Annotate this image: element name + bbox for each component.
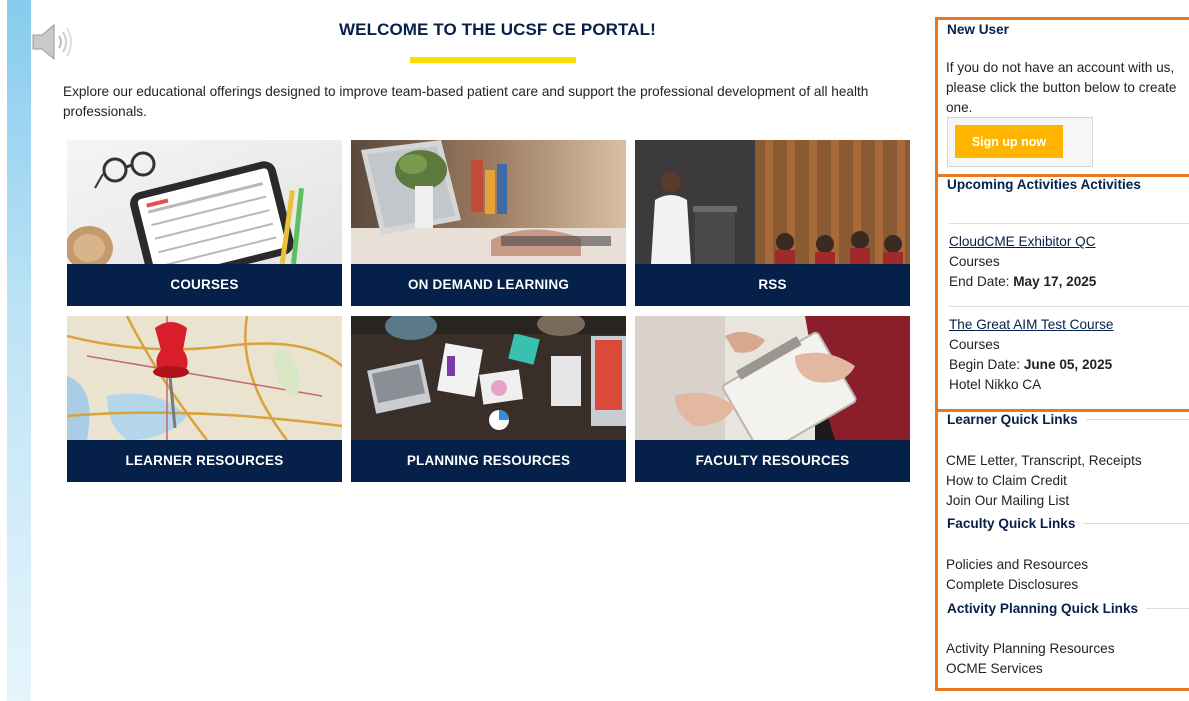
page-title: WELCOME TO THE UCSF CE PORTAL! — [339, 20, 656, 39]
activity-date-label: Begin Date: — [949, 357, 1024, 372]
divider — [1085, 419, 1189, 420]
link-cme-letter[interactable]: CME Letter, Transcript, Receipts — [946, 451, 1142, 471]
activity-item: The Great AIM Test Course Courses Begin … — [949, 306, 1189, 395]
tile-learner-resources[interactable]: LEARNER RESOURCES — [67, 316, 342, 482]
link-complete-disclosures[interactable]: Complete Disclosures — [946, 575, 1088, 595]
activity-date-value: June 05, 2025 — [1023, 357, 1113, 372]
tile-faculty-resources[interactable]: FACULTY RESOURCES — [635, 316, 910, 482]
tile-on-demand-learning-label: ON DEMAND LEARNING — [351, 264, 626, 306]
speaker-volume-icon[interactable] — [30, 22, 74, 62]
learner-links-list: CME Letter, Transcript, Receipts How to … — [946, 451, 1142, 511]
link-claim-credit[interactable]: How to Claim Credit — [946, 471, 1142, 491]
planning-links-header: Activity Planning Quick Links — [938, 601, 1189, 616]
title-underline — [410, 57, 576, 63]
map-pushpin-image — [67, 316, 342, 440]
signup-button-container: Sign up now — [947, 117, 1093, 167]
divider — [1083, 523, 1189, 524]
activity-type: Courses — [949, 337, 1000, 352]
learner-links-heading: Learner Quick Links — [947, 412, 1078, 427]
link-mailing-list[interactable]: Join Our Mailing List — [946, 491, 1142, 511]
tile-courses[interactable]: COURSES — [67, 140, 342, 306]
activity-date: Begin Date: June 05, 2025 — [949, 355, 1189, 375]
intro-text: Explore our educational offerings design… — [63, 84, 869, 119]
tile-planning-resources[interactable]: PLANNING RESOURCES — [351, 316, 626, 482]
planning-links-list: Activity Planning Resources OCME Service… — [946, 639, 1115, 679]
tile-planning-resources-label: PLANNING RESOURCES — [351, 440, 626, 482]
conference-speaker-image — [635, 140, 910, 264]
tile-courses-label: COURSES — [67, 264, 342, 306]
link-ocme-services[interactable]: OCME Services — [946, 659, 1115, 679]
new-user-panel: New User If you do not have an account w… — [935, 17, 1189, 177]
faculty-links-list: Policies and Resources Complete Disclosu… — [946, 555, 1088, 595]
tile-rss-label: RSS — [635, 264, 910, 306]
activity-link[interactable]: CloudCME Exhibitor QC — [949, 232, 1189, 252]
link-policies-resources[interactable]: Policies and Resources — [946, 555, 1088, 575]
upcoming-activities-heading: Upcoming Activities Activities — [947, 177, 1141, 192]
activity-location: Hotel Nikko CA — [949, 377, 1042, 392]
laptop-desk-image — [351, 140, 626, 264]
tile-on-demand-learning[interactable]: ON DEMAND LEARNING — [351, 140, 626, 306]
tile-learner-resources-label: LEARNER RESOURCES — [67, 440, 342, 482]
divider — [1146, 608, 1189, 609]
learner-links-header: Learner Quick Links — [938, 412, 1189, 427]
activity-date-value: May 17, 2025 — [1013, 274, 1097, 289]
calendar-tablet-image — [67, 140, 342, 264]
team-table-image — [351, 316, 626, 440]
faculty-links-heading: Faculty Quick Links — [947, 516, 1076, 531]
new-user-text: If you do not have an account with us, p… — [946, 60, 1177, 115]
upcoming-activities-panel: Upcoming Activities Activities CloudCME … — [935, 174, 1189, 412]
tile-rss[interactable]: RSS — [635, 140, 910, 306]
activity-date-label: End Date: — [949, 274, 1014, 289]
sign-up-button[interactable]: Sign up now — [955, 125, 1063, 158]
clipboard-hands-image — [635, 316, 910, 440]
link-activity-planning-resources[interactable]: Activity Planning Resources — [946, 639, 1115, 659]
activity-type: Courses — [949, 254, 1000, 269]
new-user-heading: New User — [947, 22, 1009, 37]
left-decorative-stripe — [7, 0, 31, 701]
activity-item: CloudCME Exhibitor QC Courses End Date: … — [949, 223, 1189, 292]
activity-date: End Date: May 17, 2025 — [949, 272, 1189, 292]
faculty-links-header: Faculty Quick Links — [938, 516, 1189, 531]
tile-faculty-resources-label: FACULTY RESOURCES — [635, 440, 910, 482]
quick-links-panel: Learner Quick Links CME Letter, Transcri… — [935, 409, 1189, 691]
activity-link[interactable]: The Great AIM Test Course — [949, 315, 1189, 335]
planning-links-heading: Activity Planning Quick Links — [947, 601, 1139, 616]
